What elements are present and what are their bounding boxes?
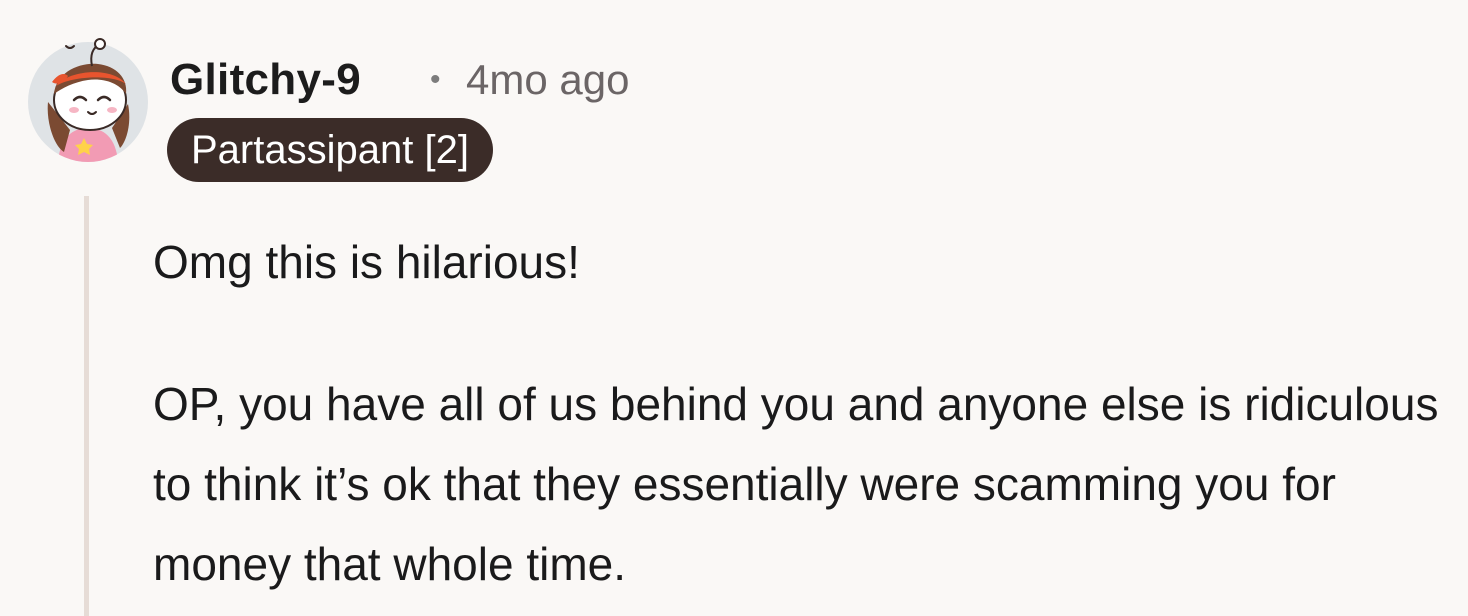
meta-separator: • (430, 63, 441, 96)
comment-body: Omg this is hilarious! OP, you have all … (153, 222, 1453, 604)
comment-author[interactable]: Glitchy-9 (170, 52, 361, 108)
thread-line[interactable] (84, 196, 89, 616)
user-flair-badge: Partassipant [2] (167, 118, 493, 182)
comment-paragraph: OP, you have all of us behind you and an… (153, 378, 1439, 590)
user-avatar[interactable] (28, 38, 148, 162)
comment-timestamp[interactable]: 4mo ago (466, 52, 629, 108)
comment-paragraph: Omg this is hilarious! (153, 236, 580, 288)
snoo-avatar-icon (28, 38, 148, 162)
